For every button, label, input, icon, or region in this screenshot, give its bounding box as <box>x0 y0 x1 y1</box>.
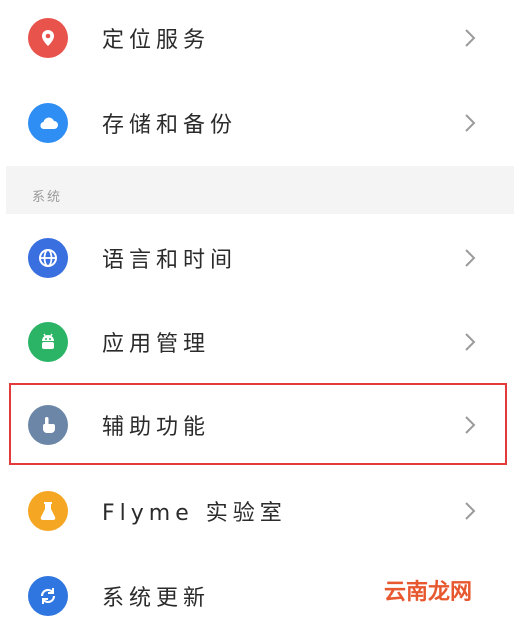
settings-item-label: 定位服务 <box>102 28 211 53</box>
android-icon <box>28 322 68 362</box>
watermark-text: 云南龙网 <box>384 580 473 605</box>
settings-item-language-time[interactable]: 语言和时间 <box>0 216 520 300</box>
chevron-right-icon <box>465 29 476 47</box>
chevron-right-icon <box>465 114 476 132</box>
settings-item-location[interactable]: 定位服务 <box>0 0 520 80</box>
chevron-right-icon <box>465 502 476 520</box>
settings-item-label: 存储和备份 <box>102 113 238 138</box>
highlight-box <box>9 383 507 465</box>
chevron-right-icon <box>465 249 476 267</box>
settings-item-label: 应用管理 <box>102 332 211 357</box>
cloud-icon <box>28 103 68 143</box>
section-label-system: 系统 <box>32 190 63 205</box>
flask-icon <box>28 491 68 531</box>
settings-item-storage-backup[interactable]: 存储和备份 <box>0 81 520 165</box>
section-header <box>6 166 514 214</box>
settings-item-app-management[interactable]: 应用管理 <box>0 300 520 384</box>
settings-item-label: Flyme 实验室 <box>102 501 287 526</box>
location-pin-icon <box>28 18 68 58</box>
settings-item-label: 语言和时间 <box>102 248 238 273</box>
globe-icon <box>28 238 68 278</box>
refresh-icon <box>28 576 68 616</box>
settings-item-label: 系统更新 <box>102 586 211 611</box>
chevron-right-icon <box>465 333 476 351</box>
settings-item-flyme-lab[interactable]: Flyme 实验室 <box>0 469 520 553</box>
